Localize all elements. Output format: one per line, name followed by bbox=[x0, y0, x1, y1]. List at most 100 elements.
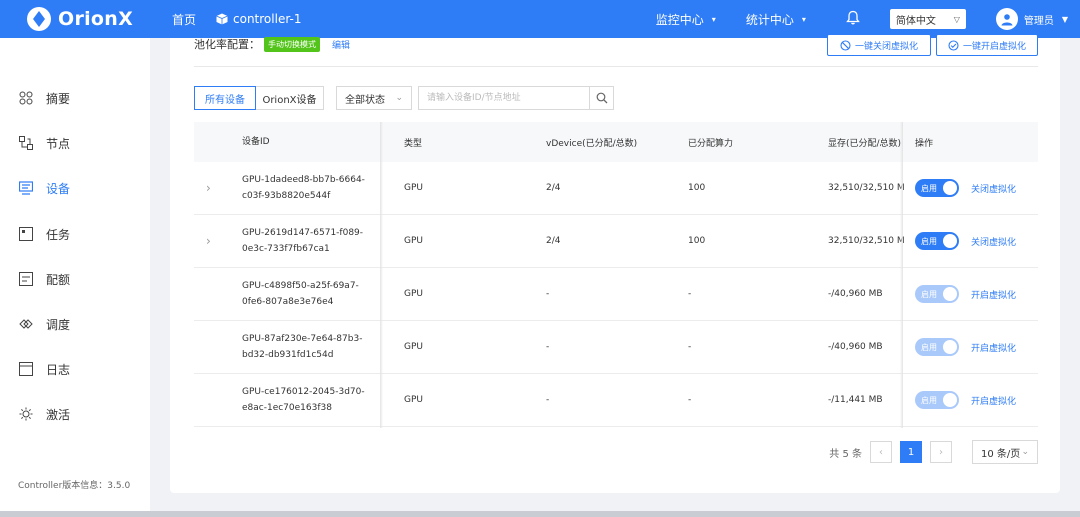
user-avatar-icon bbox=[995, 8, 1018, 30]
check-circle-icon bbox=[948, 39, 959, 51]
toggle-label: 启用 bbox=[921, 289, 937, 299]
menu-monitor-center[interactable]: 监控中心 ▾ bbox=[656, 11, 716, 28]
device-id: GPU-87af230e-7e64-87b3- bd32-db931fd1c54… bbox=[242, 331, 362, 363]
enable-toggle[interactable]: 启用 bbox=[915, 285, 959, 303]
top-navbar: OrionX 首页 controller-1 监控中心 ▾ 统计中心 ▾ 简体中… bbox=[0, 0, 1080, 38]
expand-chevron-icon[interactable]: › bbox=[206, 234, 211, 248]
window-bottom-edge bbox=[0, 511, 1080, 517]
toggle-switch[interactable]: 启用 bbox=[915, 232, 959, 250]
bell-icon[interactable] bbox=[846, 10, 860, 28]
edit-link[interactable]: 编辑 bbox=[332, 38, 350, 51]
expand-chevron-icon[interactable]: › bbox=[206, 181, 211, 195]
activate-icon bbox=[18, 406, 34, 422]
toggle-switch[interactable]: 启用 bbox=[915, 179, 959, 197]
page-number-current[interactable]: 1 bbox=[900, 441, 922, 463]
chevron-down-icon: ▾ bbox=[711, 14, 716, 24]
table-header: 设备ID 类型 vDevice(已分配/总数) 已分配算力 显存(已分配/总数)… bbox=[194, 122, 1038, 162]
sidebar-item-summary[interactable]: 摘要 bbox=[18, 88, 70, 108]
toggle-knob bbox=[943, 340, 957, 354]
device-id-line1: GPU-2619d147-6571-f089- bbox=[242, 228, 364, 238]
header-type: 类型 bbox=[404, 138, 423, 149]
mode-badge: 手动切换模式 bbox=[264, 36, 320, 52]
memory-usage: 32,510/32,510 M bbox=[828, 183, 905, 193]
enable-toggle[interactable]: 启用 bbox=[915, 391, 959, 409]
vdevice-count: - bbox=[546, 395, 550, 405]
vdevice-count: 2/4 bbox=[546, 183, 561, 193]
sidebar-item-activate[interactable]: 激活 bbox=[18, 404, 70, 424]
chevron-left-icon: ‹ bbox=[879, 446, 883, 458]
search-box bbox=[418, 86, 614, 110]
enable-toggle[interactable]: 启用 bbox=[915, 338, 959, 356]
sidebar-item-node[interactable]: 节点 bbox=[18, 133, 70, 153]
header-memory: 显存(已分配/总数) bbox=[828, 138, 902, 149]
status-select[interactable]: 全部状态 ⌄ bbox=[336, 86, 412, 110]
toggle-switch[interactable]: 启用 bbox=[915, 338, 959, 356]
table-row: GPU-ce176012-2045-3d70- e8ac-1ec70e163f3… bbox=[194, 374, 1038, 427]
sidebar-item-task[interactable]: 任务 bbox=[18, 224, 70, 244]
chevron-down-icon: ▾ bbox=[801, 14, 806, 24]
close-virtualization-link[interactable]: 关闭虚拟化 bbox=[971, 235, 1016, 248]
fixed-column-shadow-right bbox=[900, 122, 903, 428]
tab-orionx-devices[interactable]: OrionX设备 bbox=[256, 86, 324, 110]
toggle-switch[interactable]: 启用 bbox=[915, 391, 959, 409]
device-id-line1: GPU-1dadeed8-bb7b-6664- bbox=[242, 175, 365, 185]
vdevice-count: 2/4 bbox=[546, 236, 561, 246]
open-all-virtualization-button[interactable]: 一键开启虚拟化 bbox=[936, 34, 1038, 56]
sidebar-item-device[interactable]: 设备 bbox=[18, 178, 70, 198]
toggle-label: 启用 bbox=[921, 342, 937, 352]
device-id-line2: 0fe6-807a8e3e76e4 bbox=[242, 297, 334, 307]
toggle-switch[interactable]: 启用 bbox=[915, 285, 959, 303]
toggle-knob bbox=[943, 393, 957, 407]
toggle-knob bbox=[943, 234, 957, 248]
search-input[interactable] bbox=[419, 87, 589, 109]
search-button[interactable] bbox=[589, 87, 613, 109]
sidebar-item-schedule[interactable]: 调度 bbox=[18, 314, 70, 334]
table-row: › GPU-2619d147-6571-f089- 0e3c-733f7fb67… bbox=[194, 215, 1038, 268]
status-value: 全部状态 bbox=[345, 94, 385, 106]
language-value: 简体中文 bbox=[895, 15, 936, 27]
log-icon bbox=[18, 361, 34, 377]
grid-dots-icon bbox=[18, 90, 34, 106]
user-name: 管理员 bbox=[1023, 15, 1054, 27]
sidebar-item-label: 任务 bbox=[46, 227, 71, 242]
enable-toggle[interactable]: 启用 bbox=[915, 232, 959, 250]
header-allocated-power: 已分配算力 bbox=[688, 138, 734, 149]
sidebar-item-label: 日志 bbox=[46, 362, 71, 377]
device-icon bbox=[18, 180, 34, 196]
version-info: Controller版本信息：3.5.0 bbox=[18, 481, 131, 491]
total-count: 共 5 条 bbox=[829, 448, 862, 460]
prev-page-button[interactable]: ‹ bbox=[870, 441, 892, 463]
tab-all-devices[interactable]: 所有设备 bbox=[194, 86, 256, 110]
page-size-select[interactable]: 10 条/页 ⌄ bbox=[972, 440, 1038, 464]
nav-controller[interactable]: controller-1 bbox=[216, 12, 301, 26]
table-row: › GPU-1dadeed8-bb7b-6664- c03f-93b8820e5… bbox=[194, 162, 1038, 215]
close-virtualization-link[interactable]: 关闭虚拟化 bbox=[971, 182, 1016, 195]
sidebar-item-quota[interactable]: 配额 bbox=[18, 269, 70, 289]
device-id-line2: c03f-93b8820e544f bbox=[242, 191, 331, 201]
user-menu[interactable]: 管理员 ▼ bbox=[995, 8, 1068, 30]
allocated-power: - bbox=[688, 395, 692, 405]
memory-usage: -/11,441 MB bbox=[828, 395, 883, 405]
memory-usage: 32,510/32,510 M bbox=[828, 236, 905, 246]
nav-home[interactable]: 首页 bbox=[172, 11, 196, 28]
open-virtualization-link[interactable]: 开启虚拟化 bbox=[971, 341, 1016, 354]
device-id: GPU-2619d147-6571-f089- 0e3c-733f7fb67ca… bbox=[242, 225, 363, 257]
orionx-logo-icon bbox=[26, 6, 52, 32]
memory-usage: -/40,960 MB bbox=[828, 289, 883, 299]
enable-toggle[interactable]: 启用 bbox=[915, 179, 959, 197]
search-icon bbox=[596, 92, 607, 104]
pool-config-label: 池化率配置： bbox=[194, 38, 260, 51]
toggle-knob bbox=[943, 181, 957, 195]
open-virtualization-link[interactable]: 开启虚拟化 bbox=[971, 394, 1016, 407]
language-select[interactable]: 简体中文 ▽ bbox=[889, 9, 966, 29]
quota-icon bbox=[18, 271, 34, 287]
memory-usage: -/40,960 MB bbox=[828, 342, 883, 352]
device-type: GPU bbox=[404, 395, 423, 405]
logo[interactable]: OrionX bbox=[26, 6, 158, 32]
next-page-button[interactable]: › bbox=[930, 441, 952, 463]
close-all-virtualization-button[interactable]: 一键关闭虚拟化 bbox=[827, 34, 931, 56]
menu-stats-center[interactable]: 统计中心 ▾ bbox=[746, 11, 806, 28]
open-virtualization-link[interactable]: 开启虚拟化 bbox=[971, 288, 1016, 301]
sidebar-item-log[interactable]: 日志 bbox=[18, 359, 70, 379]
device-id-line2: 0e3c-733f7fb67ca1 bbox=[242, 244, 330, 254]
